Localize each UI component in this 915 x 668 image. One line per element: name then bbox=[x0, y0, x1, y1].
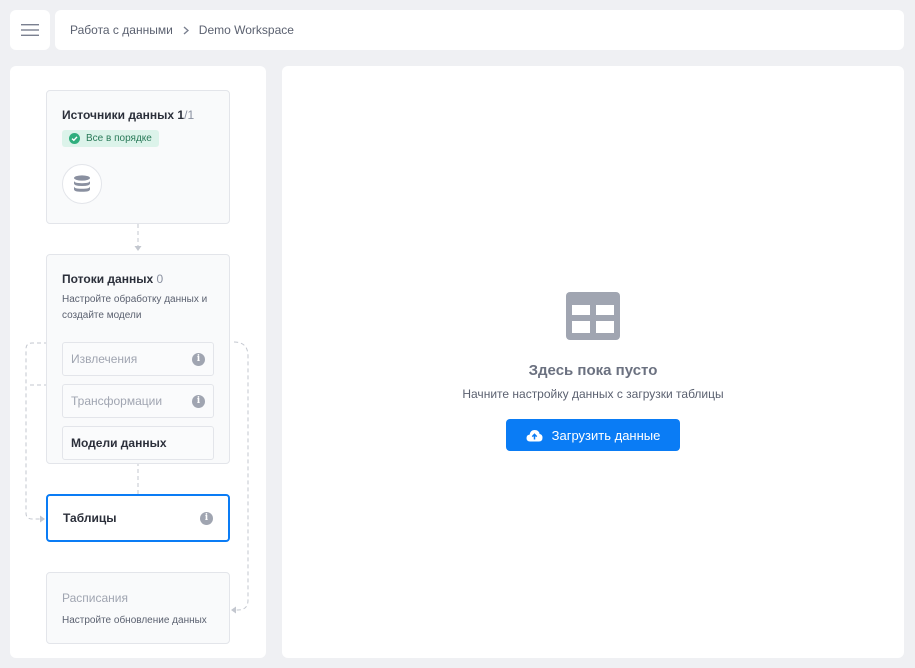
data-flows-title: Потоки данных 0 bbox=[62, 272, 164, 286]
chevron-right-icon bbox=[183, 25, 189, 35]
info-icon[interactable]: i bbox=[192, 394, 205, 408]
check-circle-icon bbox=[69, 133, 80, 144]
empty-state-title: Здесь пока пусто bbox=[528, 362, 658, 379]
info-icon[interactable]: i bbox=[200, 511, 213, 525]
table-icon bbox=[566, 292, 620, 340]
upload-data-label: Загрузить данные bbox=[551, 427, 661, 443]
breadcrumb-item-workspace: Demo Workspace bbox=[198, 23, 294, 37]
upload-data-button[interactable]: Загрузить данные bbox=[506, 419, 680, 451]
menu-button[interactable] bbox=[10, 10, 50, 50]
flow-item-extractions[interactable]: Извлечения i bbox=[62, 342, 214, 376]
pipeline-panel: Источники данных 1/1 Все в порядке Поток… bbox=[10, 66, 266, 658]
schedules-title: Расписания bbox=[62, 591, 128, 605]
data-flows-count: 0 bbox=[156, 272, 164, 286]
breadcrumb-item-data-work[interactable]: Работа с данными bbox=[70, 23, 173, 37]
content-panel: Здесь пока пусто Начните настройку данны… bbox=[282, 66, 904, 658]
tables-card[interactable]: Таблицы i bbox=[46, 494, 230, 542]
schedules-card[interactable]: Расписания Настройте обновление данных bbox=[46, 572, 230, 644]
tables-title: Таблицы bbox=[63, 511, 117, 525]
info-icon[interactable]: i bbox=[192, 352, 205, 366]
data-sources-title: Источники данных 1/1 bbox=[62, 108, 195, 122]
database-avatar bbox=[62, 164, 102, 204]
schedules-description: Настройте обновление данных bbox=[62, 615, 207, 626]
hamburger-icon bbox=[21, 24, 39, 36]
data-flows-card[interactable]: Потоки данных 0 Настройте обработку данн… bbox=[46, 254, 230, 464]
flow-item-data-models[interactable]: Модели данных bbox=[62, 426, 214, 460]
data-flows-description: Настройте обработку данных и создайте мо… bbox=[62, 294, 208, 321]
breadcrumb: Работа с данными Demo Workspace bbox=[55, 10, 904, 50]
data-sources-card[interactable]: Источники данных 1/1 Все в порядке bbox=[46, 90, 230, 224]
empty-state: Здесь пока пусто Начните настройку данны… bbox=[282, 292, 904, 451]
data-sources-total: /1 bbox=[184, 108, 195, 122]
status-badge: Все в порядке bbox=[62, 130, 159, 147]
database-icon bbox=[74, 175, 90, 192]
empty-state-subtitle: Начните настройку данных с загрузки табл… bbox=[462, 387, 724, 401]
cloud-upload-icon bbox=[526, 429, 543, 441]
flow-item-transformations[interactable]: Трансформации i bbox=[62, 384, 214, 418]
